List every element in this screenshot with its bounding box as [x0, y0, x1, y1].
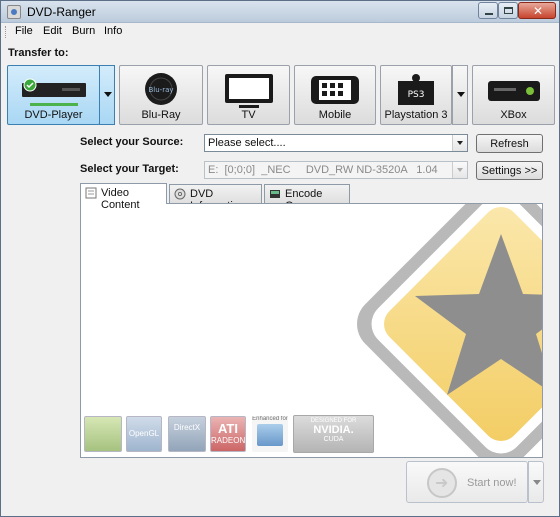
tab-dvd-information[interactable]: DVD Information	[169, 184, 262, 212]
title-bar[interactable]: DVD-Ranger ✕	[1, 1, 559, 23]
tv-icon	[224, 74, 273, 108]
device-playstation3[interactable]: PS3 Playstation 3	[380, 65, 452, 125]
minimize-button[interactable]	[478, 2, 498, 19]
close-button[interactable]: ✕	[518, 2, 556, 19]
bluray-disc-icon: Blu-ray	[145, 73, 177, 105]
start-now-button[interactable]: Start now!	[406, 461, 528, 503]
menu-bar: File Edit Burn Info	[1, 23, 559, 41]
chevron-down-icon	[104, 92, 112, 97]
badge-subtext: RADEON	[211, 436, 246, 445]
source-label: Select your Source:	[80, 136, 184, 148]
device-dvd-player-dropdown[interactable]	[99, 65, 115, 125]
settings-button[interactable]: Settings >>	[476, 161, 543, 180]
xbox-icon	[487, 81, 540, 101]
menu-info[interactable]: Info	[104, 25, 122, 37]
close-icon: ✕	[533, 4, 544, 18]
chevron-down-icon[interactable]	[452, 162, 467, 178]
target-select-value: E: [0;0;0] _NEC DVD_RW ND-3520A 1.04	[208, 164, 438, 176]
menu-edit[interactable]: Edit	[43, 25, 62, 37]
maximize-icon	[504, 7, 513, 14]
badge-text: DirectX	[173, 423, 201, 432]
badge-main-text: NVIDIA.	[313, 424, 354, 436]
start-now-label: Start now!	[467, 477, 517, 489]
app-icon	[7, 5, 21, 19]
tab-video-content[interactable]: Video Content	[80, 183, 167, 211]
opengl-badge: OpenGL	[126, 416, 162, 452]
menu-burn[interactable]: Burn	[72, 25, 95, 37]
maximize-button[interactable]	[498, 2, 518, 19]
device-tv[interactable]: TV	[207, 65, 290, 125]
device-label: Playstation 3	[384, 109, 448, 121]
playstation-icon: PS3	[398, 74, 434, 105]
tab-encode-queue[interactable]: Encode Queue	[264, 184, 350, 212]
badge-subtext: CUDA	[323, 436, 344, 443]
badge-text: Enhanced for	[252, 416, 288, 422]
document-icon	[85, 187, 97, 199]
chevron-down-icon[interactable]	[452, 135, 467, 151]
disc-icon	[174, 188, 186, 200]
ati-radeon-badge: ATI RADEON	[210, 416, 246, 452]
device-playstation3-dropdown[interactable]	[452, 65, 468, 125]
target-select[interactable]: E: [0;0;0] _NEC DVD_RW ND-3520A 1.04	[204, 161, 468, 179]
svg-text:PS3: PS3	[408, 90, 425, 100]
source-select-value: Please select....	[208, 137, 286, 149]
device-dvd-player[interactable]: DVD-Player	[7, 65, 100, 125]
device-label: DVD-Player	[24, 109, 83, 121]
nvidia-physx-badge	[84, 416, 122, 452]
nvidia-cuda-badge: DESIGNED FOR NVIDIA. CUDA	[293, 415, 374, 453]
minimize-icon	[485, 13, 493, 15]
refresh-button[interactable]: Refresh	[476, 134, 543, 153]
dvd-player-icon	[21, 78, 86, 106]
source-select[interactable]: Please select....	[204, 134, 468, 152]
device-label: TV	[241, 109, 256, 121]
badge-text: OpenGL	[128, 429, 160, 438]
directx-badge: DirectX	[168, 416, 206, 452]
mobile-phone-icon	[311, 76, 359, 104]
transfer-to-label: Transfer to:	[8, 47, 69, 59]
tab-label: Video Content	[101, 187, 140, 211]
device-mobile[interactable]: Mobile	[294, 65, 376, 125]
window-title: DVD-Ranger	[27, 5, 96, 19]
arrow-right-icon	[427, 468, 457, 498]
start-options-dropdown[interactable]	[528, 461, 544, 503]
badge-text: ATI	[218, 421, 238, 436]
app-window: DVD-Ranger ✕ File Edit Burn Info Transfe…	[0, 0, 560, 517]
device-label: Blu-Ray	[141, 109, 181, 121]
chevron-down-icon	[457, 92, 465, 97]
target-label: Select your Target:	[80, 163, 179, 175]
intel-core-badge: Enhanced for	[252, 416, 288, 452]
video-content-panel[interactable]: OpenGL DirectX ATI RADEON Enhanced for D…	[80, 203, 543, 458]
device-bluray[interactable]: Blu-ray Blu-Ray	[119, 65, 203, 125]
menu-file[interactable]: File	[15, 25, 33, 37]
device-label: Mobile	[318, 109, 352, 121]
device-label: XBox	[500, 109, 527, 121]
menu-grip-icon	[5, 26, 8, 38]
device-xbox[interactable]: XBox	[472, 65, 555, 125]
queue-icon	[270, 190, 280, 198]
svg-text:Blu-ray: Blu-ray	[148, 86, 173, 94]
